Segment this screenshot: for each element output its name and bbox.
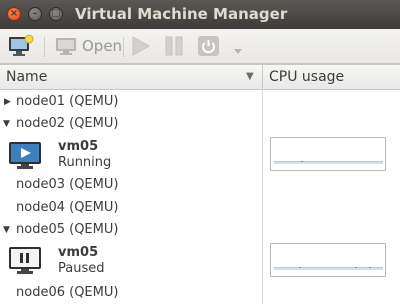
pause-button[interactable] — [164, 36, 184, 56]
paused-vm-icon — [9, 247, 41, 275]
vm-status: Paused — [58, 261, 105, 276]
pause-icon — [165, 36, 183, 56]
connection-row-node03[interactable]: node03 (QEMU) — [16, 177, 118, 192]
minimize-window-button[interactable]: – — [28, 7, 42, 21]
connection-row-node06[interactable]: node06 (QEMU) — [16, 285, 118, 300]
vm-name[interactable]: vm05 — [58, 139, 98, 154]
new-vm-button[interactable] — [8, 34, 34, 58]
vm-list[interactable]: Name ▼ CPU usage ▶ node01 (QEMU) ▼ node0… — [0, 64, 400, 304]
column-header: Name ▼ CPU usage — [0, 65, 400, 90]
window-title: Virtual Machine Manager — [75, 5, 288, 23]
header-divider[interactable] — [262, 65, 263, 89]
close-window-button[interactable]: × — [7, 7, 21, 21]
chevron-down-icon — [234, 49, 242, 54]
vm-status: Running — [58, 155, 112, 170]
open-button[interactable] — [55, 36, 79, 56]
expander-expanded-icon[interactable]: ▼ — [3, 119, 10, 129]
running-vm-icon — [9, 142, 41, 170]
toolbar: Open — [0, 29, 400, 64]
cpu-usage-graph — [270, 137, 386, 171]
connection-row-node01[interactable]: node01 (QEMU) — [16, 94, 118, 109]
column-header-name[interactable]: Name — [6, 69, 47, 85]
shutdown-menu-button[interactable] — [232, 41, 244, 54]
monitor-icon — [56, 38, 76, 55]
power-icon — [198, 36, 219, 56]
connection-row-node02[interactable]: node02 (QEMU) — [16, 116, 118, 131]
open-button-label: Open — [82, 37, 123, 55]
toolbar-separator — [123, 37, 124, 57]
title-bar: × – □ Virtual Machine Manager — [0, 0, 400, 30]
vm-name[interactable]: vm05 — [58, 245, 98, 260]
play-icon — [132, 36, 151, 56]
connection-row-node04[interactable]: node04 (QEMU) — [16, 200, 118, 215]
toolbar-separator — [44, 37, 45, 57]
shutdown-button[interactable] — [197, 35, 221, 57]
sort-arrow-icon[interactable]: ▼ — [246, 71, 254, 82]
run-button[interactable] — [130, 36, 152, 56]
maximize-window-button[interactable]: □ — [49, 7, 63, 21]
expander-expanded-icon[interactable]: ▼ — [3, 225, 10, 235]
connection-row-node05[interactable]: node05 (QEMU) — [16, 222, 118, 237]
column-divider — [262, 89, 263, 304]
new-vm-icon — [9, 34, 34, 56]
expander-collapsed-icon[interactable]: ▶ — [4, 97, 11, 107]
cpu-usage-graph — [270, 243, 386, 277]
column-header-cpu-usage[interactable]: CPU usage — [269, 69, 344, 85]
